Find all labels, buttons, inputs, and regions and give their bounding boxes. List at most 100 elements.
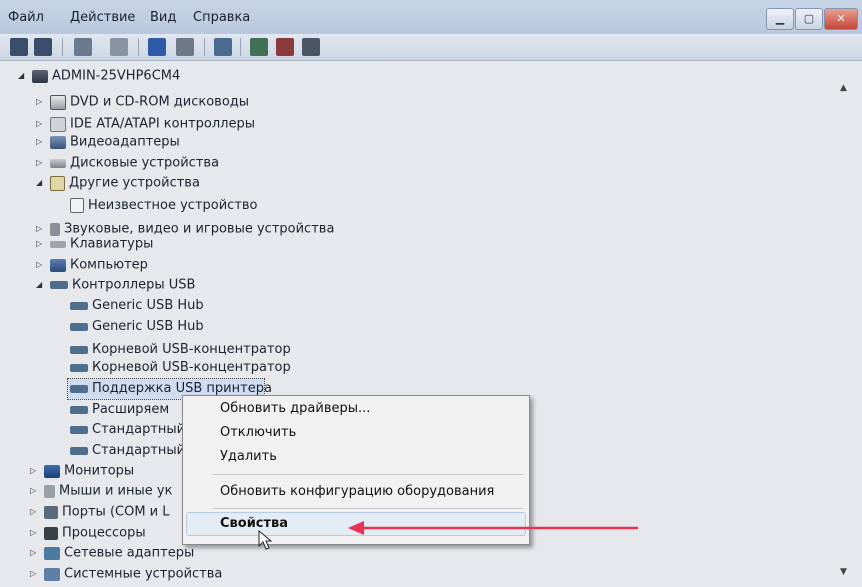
tree-item-label: Порты (COM и L <box>62 504 170 520</box>
expand-icon[interactable]: ▷ <box>36 153 48 173</box>
properties-icon[interactable] <box>110 38 128 56</box>
maximize-button[interactable]: ▢ <box>795 8 823 30</box>
tree-item-mice[interactable]: ▷ Мыши и иные ук <box>30 481 172 501</box>
tree-root-label: ADMIN-25VHP6CM4 <box>52 68 181 84</box>
collapse-icon[interactable]: ◢ <box>36 275 48 295</box>
processor-icon <box>44 526 58 540</box>
tree-item-ports[interactable]: ▷ Порты (COM и L <box>30 502 170 522</box>
menu-file[interactable]: Файл <box>8 10 44 25</box>
help-icon[interactable] <box>148 38 166 56</box>
mouse-cursor-icon <box>258 530 273 550</box>
tree-root[interactable]: ◢ ADMIN-25VHP6CM4 <box>18 66 180 86</box>
menu-action[interactable]: Действие <box>70 10 135 25</box>
menu-bar: Файл Действие Вид Справка ▁ ▢ ✕ <box>0 0 862 34</box>
tree-item-label: Контроллеры USB <box>72 277 196 293</box>
tree-item-network[interactable]: ▷ Сетевые адаптеры <box>30 543 194 563</box>
disable-device-icon[interactable] <box>276 38 294 56</box>
menu-update-drivers[interactable]: Обновить драйверы... <box>220 399 370 419</box>
tree-item-processors[interactable]: ▷ Процессоры <box>30 523 146 543</box>
network-adapter-icon <box>44 546 60 560</box>
tree-item-usb[interactable]: Корневой USB-концентратор <box>68 358 291 378</box>
tree-item-label: Generic USB Hub <box>92 319 204 334</box>
expand-icon[interactable]: ▷ <box>30 461 42 481</box>
show-hide-tree-icon[interactable] <box>74 38 92 56</box>
menu-separator <box>213 474 523 475</box>
minimize-icon: ▁ <box>775 12 785 25</box>
toolbar-separator <box>138 38 139 56</box>
tree-item-unknown[interactable]: Неизвестное устройство <box>68 196 258 216</box>
expand-icon[interactable]: ▷ <box>36 132 48 152</box>
tree-item-label: Дисковые устройства <box>70 155 220 171</box>
usb-icon <box>70 425 88 434</box>
forward-icon[interactable] <box>34 38 52 56</box>
collapse-icon[interactable]: ◢ <box>18 66 30 86</box>
tree-item-video[interactable]: ▷ Видеоадаптеры <box>36 132 180 152</box>
collapse-icon[interactable]: ◢ <box>36 173 48 193</box>
scroll-up-icon[interactable]: ▲ <box>840 83 847 93</box>
other-devices-icon <box>50 175 65 191</box>
computer-root-icon <box>32 69 48 83</box>
tree-item-system[interactable]: ▷ Системные устройства <box>30 564 222 584</box>
menu-disable[interactable]: Отключить <box>220 423 296 443</box>
tree-item-keyboard[interactable]: ▷ Клавиатуры <box>36 234 153 254</box>
tree-item-label: Другие устройства <box>69 175 200 191</box>
unknown-device-icon <box>70 198 84 213</box>
tree-item-label: Мониторы <box>64 463 135 479</box>
uninstall-device-icon[interactable] <box>302 38 320 56</box>
ide-icon <box>50 116 66 132</box>
annotation-arrow-icon <box>348 521 638 535</box>
expand-icon[interactable]: ▷ <box>30 543 42 563</box>
close-button[interactable]: ✕ <box>824 8 858 30</box>
tree-item-monitors[interactable]: ▷ Мониторы <box>30 461 134 481</box>
tree-item-label: Видеоадаптеры <box>70 134 180 150</box>
usb-icon <box>50 281 68 289</box>
tree-item-computer[interactable]: ▷ Компьютер <box>36 255 148 275</box>
expand-icon[interactable]: ▷ <box>30 502 42 522</box>
update-driver-icon[interactable] <box>250 38 268 56</box>
port-icon <box>44 505 58 519</box>
toolbar-separator <box>62 38 63 56</box>
expand-icon[interactable]: ▷ <box>36 255 48 275</box>
tree-item-other[interactable]: ◢ Другие устройства <box>36 173 200 193</box>
expand-icon[interactable]: ▷ <box>30 481 42 501</box>
tree-item-usb[interactable]: Generic USB Hub <box>68 296 204 316</box>
menu-scan-hardware[interactable]: Обновить конфигурацию оборудования <box>220 482 494 502</box>
menu-uninstall[interactable]: Удалить <box>220 447 277 467</box>
disk-icon <box>50 158 66 168</box>
expand-icon[interactable]: ▷ <box>30 564 42 584</box>
tree-item-usb[interactable]: Расширяем <box>68 400 169 420</box>
tree-item-usb[interactable]: Корневой USB-концентратор <box>68 340 291 360</box>
back-icon[interactable] <box>10 38 28 56</box>
usb-icon <box>70 446 88 455</box>
tree-item-usb[interactable]: Generic USB Hub <box>68 317 204 337</box>
usb-icon <box>70 301 88 310</box>
tree-item-label: Мыши и иные ук <box>59 483 173 499</box>
menu-properties[interactable]: Свойства <box>220 514 288 534</box>
tree-item-usb[interactable]: Стандартный <box>68 420 185 440</box>
usb-icon <box>70 345 88 354</box>
expand-icon[interactable]: ▷ <box>36 114 48 134</box>
tree-item-label: Расширяем <box>92 402 170 417</box>
usb-icon <box>70 405 88 414</box>
tree-item-usb-controllers[interactable]: ◢ Контроллеры USB <box>36 275 195 295</box>
tree-item-label: Стандартный <box>92 422 186 437</box>
expand-icon[interactable]: ▷ <box>36 92 48 112</box>
minimize-button[interactable]: ▁ <box>766 8 794 30</box>
video-adapter-icon <box>50 135 66 149</box>
scroll-down-icon[interactable]: ▼ <box>840 567 847 577</box>
expand-icon[interactable]: ▷ <box>30 523 42 543</box>
tree-item-ide[interactable]: ▷ IDE ATA/ATAPI контроллеры <box>36 114 255 134</box>
close-icon: ✕ <box>836 12 846 25</box>
menu-help[interactable]: Справка <box>193 10 250 25</box>
view-icon[interactable] <box>176 38 194 56</box>
tree-item-disk[interactable]: ▷ Дисковые устройства <box>36 153 219 173</box>
tree-item-dvd[interactable]: ▷ DVD и CD-ROM дисководы <box>36 92 249 112</box>
expand-icon[interactable]: ▷ <box>36 234 48 254</box>
tree-item-label: DVD и CD-ROM дисководы <box>70 94 250 110</box>
scan-hardware-icon[interactable] <box>214 38 232 56</box>
maximize-icon: ▢ <box>803 12 815 25</box>
tree-item-label: Generic USB Hub <box>92 298 204 313</box>
tree-item-usb[interactable]: Стандартный <box>68 441 185 461</box>
menu-separator <box>213 508 523 509</box>
menu-view[interactable]: Вид <box>150 10 176 25</box>
